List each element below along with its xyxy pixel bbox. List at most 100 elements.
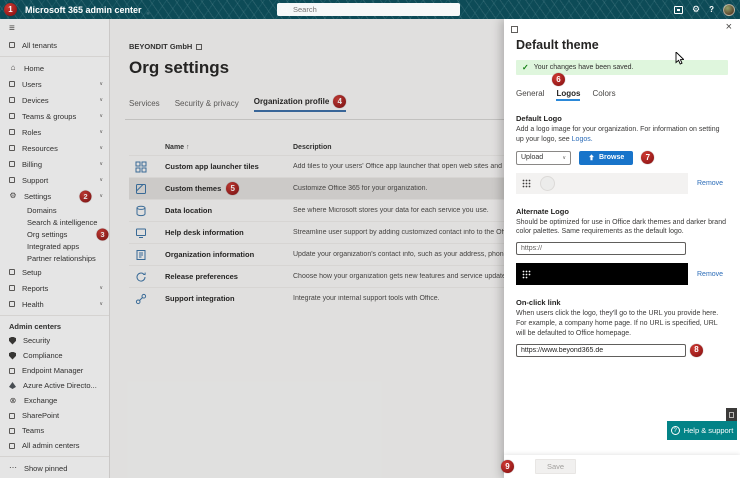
show-pinned-button[interactable]: ⋯ Show pinned	[0, 460, 109, 476]
sidebar-item-setup[interactable]: Setup	[0, 264, 109, 280]
sidebar-item-all-admin-centers[interactable]: All admin centers	[0, 438, 109, 453]
logo-grid-icon	[522, 270, 531, 279]
sidebar-nav: ≡ All tenants ⌂ Home Users ∨ Devices ∨ T…	[0, 19, 110, 478]
help-desk-icon	[135, 227, 147, 239]
divider	[0, 315, 109, 316]
browse-button[interactable]: Browse	[579, 151, 633, 165]
annotation-badge-8: 8	[690, 344, 703, 357]
health-icon	[9, 301, 15, 307]
sidebar-item-teams-groups[interactable]: Teams & groups ∨	[0, 108, 109, 124]
sidebar-item-settings[interactable]: ⚙ Settings 2 ∨	[0, 188, 109, 204]
avatar[interactable]	[723, 4, 735, 16]
sidebar-item-security[interactable]: Security	[0, 333, 109, 348]
success-banner: ✓ Your changes have been saved.	[516, 60, 728, 75]
upload-icon	[588, 154, 595, 161]
search-input[interactable]	[277, 3, 460, 16]
tab-logos[interactable]: Logos	[556, 89, 580, 101]
ellipsis-icon: ⋯	[9, 464, 17, 472]
app-title: Microsoft 365 admin center	[25, 5, 142, 15]
setup-icon	[9, 269, 15, 275]
resources-icon	[9, 145, 15, 151]
check-icon: ✓	[522, 63, 529, 72]
alternate-logo-heading: Alternate Logo	[516, 207, 728, 216]
default-logo-heading: Default Logo	[516, 114, 728, 123]
help-support-button[interactable]: ? Help & support	[667, 421, 737, 440]
app-launcher-tiles-icon	[135, 161, 147, 173]
annotation-badge-5: 5	[226, 182, 239, 195]
chevron-down-icon: ∨	[99, 193, 103, 199]
sidebar-item-endpoint-manager[interactable]: Endpoint Manager	[0, 363, 109, 378]
upload-type-dropdown[interactable]: Upload ∨	[516, 151, 571, 165]
tab-organization-profile[interactable]: Organization profile 4	[254, 95, 347, 112]
annotation-badge-9: 9	[501, 460, 514, 473]
save-button[interactable]: Save	[535, 459, 576, 474]
remove-alternate-logo-link[interactable]: Remove	[697, 271, 723, 278]
sidebar-item-users[interactable]: Users ∨	[0, 76, 109, 92]
logos-help-link[interactable]: Logos.	[572, 136, 593, 143]
column-header-name[interactable]: Name ↑	[165, 144, 293, 151]
sidebar-item-roles[interactable]: Roles ∨	[0, 124, 109, 140]
tenants-icon	[9, 42, 15, 48]
nav-collapse-button[interactable]: ≡	[0, 19, 109, 37]
expand-panel-icon[interactable]	[511, 26, 518, 33]
divider	[0, 456, 109, 457]
sidebar-item-devices[interactable]: Devices ∨	[0, 92, 109, 108]
tab-general[interactable]: General	[516, 89, 544, 101]
support-icon	[9, 177, 15, 183]
chevron-down-icon: ∨	[99, 97, 103, 103]
sidebar-item-azure-active-directory[interactable]: Azure Active Directo...	[0, 378, 109, 393]
home-icon: ⌂	[9, 64, 17, 72]
sidebar-item-resources[interactable]: Resources ∨	[0, 140, 109, 156]
onclick-url-input[interactable]	[516, 344, 686, 357]
tab-security-privacy[interactable]: Security & privacy	[175, 99, 239, 112]
sort-ascending-icon: ↑	[186, 144, 190, 151]
sidebar-item-support[interactable]: Support ∨	[0, 172, 109, 188]
chevron-down-icon: ∨	[99, 301, 103, 307]
feedback-icon[interactable]	[726, 408, 737, 421]
chevron-down-icon: ∨	[99, 161, 103, 167]
onclick-link-section: On-click link When users click the logo,…	[516, 298, 728, 356]
question-mark-icon: ?	[671, 426, 680, 435]
top-bar: 1 Microsoft 365 admin center ⚙ ?	[0, 0, 740, 19]
default-logo-section: Default Logo Add a logo image for your o…	[516, 114, 728, 194]
panel-tabs: 6 General Logos Colors	[516, 89, 728, 101]
sidebar-item-domains[interactable]: Domains	[0, 204, 109, 216]
sharepoint-icon	[9, 413, 15, 419]
alternate-logo-preview	[516, 263, 688, 285]
sidebar-item-compliance[interactable]: Compliance	[0, 348, 109, 363]
annotation-badge-4: 4	[333, 95, 346, 108]
gear-icon[interactable]: ⚙	[692, 5, 700, 14]
panel-footer: 9 Save	[504, 455, 740, 478]
sidebar-item-integrated-apps[interactable]: Integrated apps	[0, 240, 109, 252]
whats-new-icon[interactable]	[674, 6, 683, 14]
sidebar-item-health[interactable]: Health ∨	[0, 296, 109, 312]
admin-centers-header: Admin centers	[0, 319, 109, 333]
billing-icon	[9, 161, 15, 167]
sidebar-item-reports[interactable]: Reports ∨	[0, 280, 109, 296]
sidebar-item-all-tenants[interactable]: All tenants	[0, 37, 109, 53]
panel-title: Default theme	[516, 38, 728, 52]
logo-grid-icon	[522, 179, 531, 188]
annotation-badge-1: 1	[4, 3, 17, 16]
chevron-down-icon: ∨	[99, 145, 103, 151]
divider	[0, 56, 109, 57]
teams-icon	[9, 428, 15, 434]
help-icon[interactable]: ?	[709, 5, 714, 14]
compliance-shield-icon	[9, 352, 16, 360]
tab-services[interactable]: Services	[129, 99, 160, 112]
sidebar-item-search-intelligence[interactable]: Search & intelligence	[0, 216, 109, 228]
sidebar-item-teams[interactable]: Teams	[0, 423, 109, 438]
roles-icon	[9, 129, 15, 135]
tab-colors[interactable]: Colors	[592, 89, 615, 101]
alternate-logo-url-input[interactable]	[516, 242, 686, 255]
sidebar-item-exchange[interactable]: ⊗ Exchange	[0, 393, 109, 408]
remove-default-logo-link[interactable]: Remove	[697, 180, 723, 187]
annotation-badge-2: 2	[80, 190, 92, 202]
sidebar-item-org-settings[interactable]: Org settings 3	[0, 228, 109, 240]
sidebar-item-billing[interactable]: Billing ∨	[0, 156, 109, 172]
custom-themes-icon	[135, 183, 147, 195]
sidebar-item-partner-relationships[interactable]: Partner relationships	[0, 252, 109, 264]
sidebar-item-home[interactable]: ⌂ Home	[0, 60, 109, 76]
close-icon[interactable]: ×	[726, 22, 732, 33]
sidebar-item-sharepoint[interactable]: SharePoint	[0, 408, 109, 423]
